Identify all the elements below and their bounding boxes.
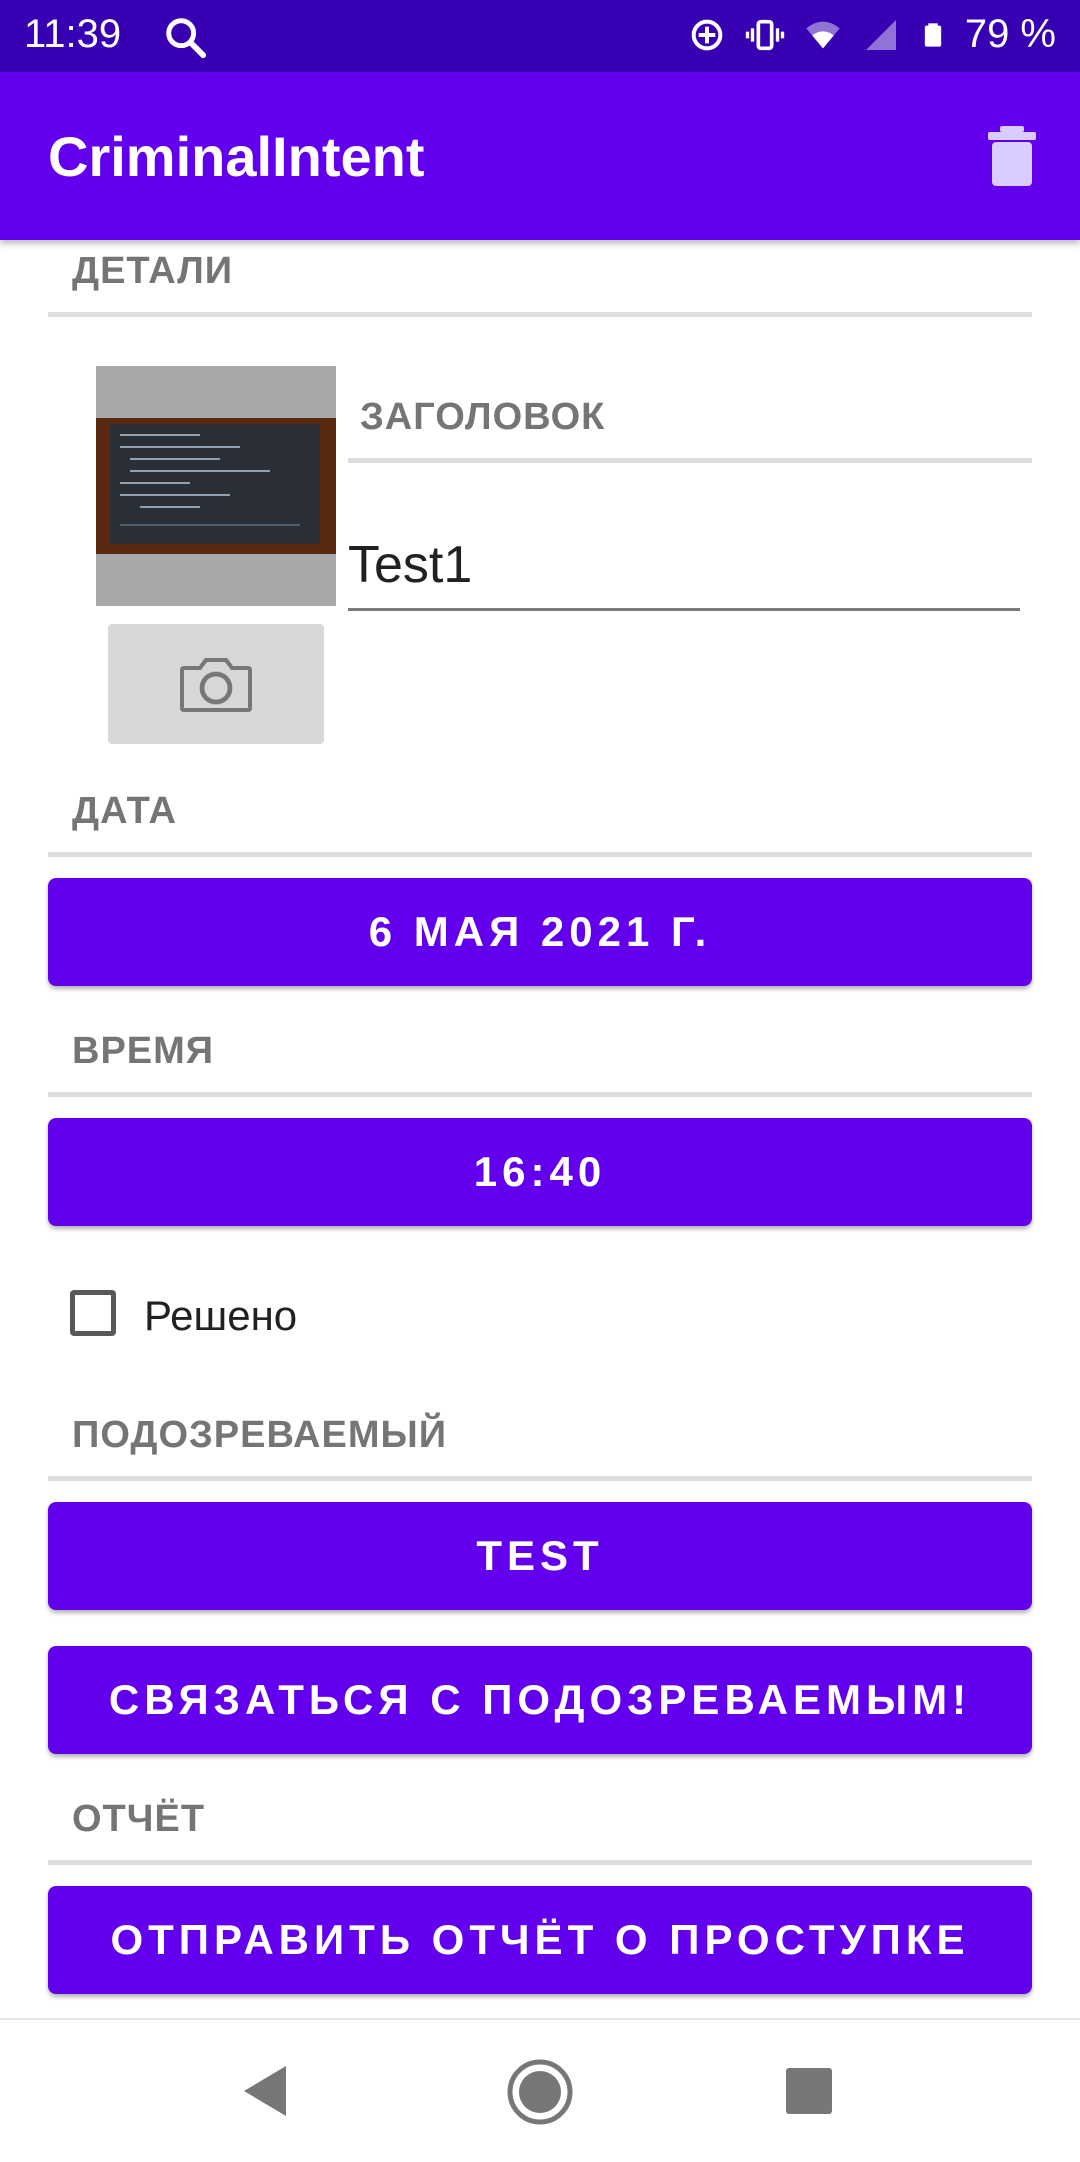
recent-apps-icon[interactable] — [786, 2068, 832, 2114]
date-button[interactable]: 6 МАЯ 2021 Г. — [48, 878, 1032, 986]
report-divider — [48, 1860, 1032, 1865]
battery-percent: 79 % — [964, 12, 1056, 56]
title-label: ЗАГОЛОВОК — [360, 396, 606, 438]
vibrate-icon — [745, 19, 784, 50]
contact-suspect-button[interactable]: СВЯЗАТЬСЯ С ПОДОЗРЕВАЕМЫМ! — [48, 1646, 1032, 1754]
location-icon — [691, 19, 723, 50]
report-section-label: ОТЧЁТ — [72, 1798, 206, 1840]
crime-photo — [96, 366, 336, 606]
suspect-section-label: ПОДОЗРЕВАЕМЫЙ — [72, 1414, 448, 1456]
details-section-label: ДЕТАЛИ — [72, 250, 234, 292]
home-icon[interactable] — [506, 2058, 574, 2126]
wifi-icon — [806, 21, 840, 48]
title-input[interactable] — [348, 530, 1020, 611]
camera-button[interactable] — [108, 624, 324, 744]
solved-checkbox[interactable] — [70, 1290, 116, 1336]
status-icons: 79 % — [687, 12, 1056, 57]
suspect-divider — [48, 1476, 1032, 1481]
app-bar: CriminalIntent — [0, 72, 1080, 240]
date-section-label: ДАТА — [72, 790, 177, 832]
battery-icon — [924, 22, 941, 47]
navigation-bar — [0, 2018, 1080, 2162]
app-title: CriminalIntent — [48, 125, 425, 188]
photo-monitor — [110, 424, 320, 544]
trash-icon[interactable] — [988, 126, 1036, 186]
back-icon[interactable] — [242, 2064, 288, 2118]
signal-icon — [865, 19, 896, 50]
camera-icon — [180, 658, 252, 712]
search-icon — [166, 18, 207, 59]
date-divider — [48, 852, 1032, 857]
time-button[interactable]: 16:40 — [48, 1118, 1032, 1226]
send-report-button[interactable]: ОТПРАВИТЬ ОТЧЁТ О ПРОСТУПКЕ — [48, 1886, 1032, 1994]
solved-label[interactable]: Решено — [144, 1292, 297, 1340]
time-divider — [48, 1092, 1032, 1097]
time-section-label: ВРЕМЯ — [72, 1030, 215, 1072]
status-bar: 11:39 79 % — [0, 0, 1080, 72]
details-divider — [48, 312, 1032, 317]
choose-suspect-button[interactable]: TEST — [48, 1502, 1032, 1610]
status-time: 11:39 — [24, 12, 122, 56]
title-divider — [348, 458, 1032, 463]
